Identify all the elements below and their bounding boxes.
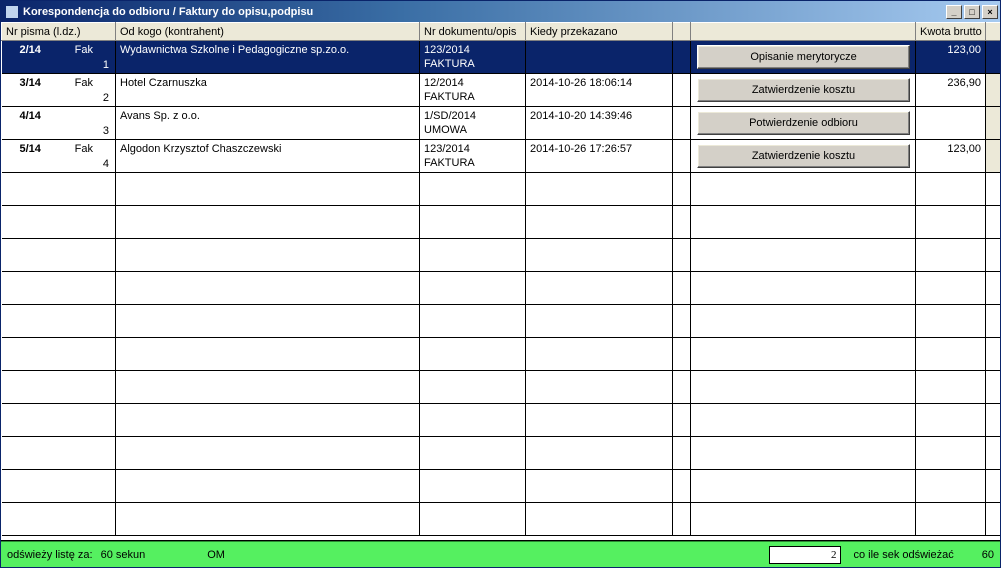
nr-main: 2/14 <box>20 43 41 57</box>
table-row[interactable] <box>2 173 1001 206</box>
col-kogo[interactable]: Od kogo (kontrahent) <box>116 23 420 41</box>
cell-action: Potwierdzenie odbioru <box>691 107 916 140</box>
table-row[interactable] <box>2 239 1001 272</box>
col-nr[interactable]: Nr pisma (l.dz.) <box>2 23 116 41</box>
interval-value: 60 <box>982 549 994 561</box>
nr-fak: Fak <box>75 43 93 57</box>
cell-gap <box>673 74 691 107</box>
col-kiedy[interactable]: Kiedy przekazano <box>526 23 673 41</box>
action-button[interactable]: Potwierdzenie odbioru <box>697 111 910 135</box>
table-row[interactable]: 5/14Fak4Algodon Krzysztof Chaszczewski12… <box>2 140 1001 173</box>
table-row[interactable] <box>2 206 1001 239</box>
col-gap[interactable] <box>673 23 691 41</box>
cell-nr: 3/14 Fak 2 <box>2 74 116 107</box>
table-row[interactable] <box>2 503 1001 536</box>
cell-scrollbar <box>986 41 1001 74</box>
window-controls: _ □ × <box>946 5 998 19</box>
cell-scrollbar <box>986 74 1001 107</box>
cell-doc: 123/2014FAKTURA <box>420 41 526 74</box>
interval-label: co ile sek odświeżać <box>853 549 953 561</box>
action-button[interactable]: Opisanie merytorycze <box>697 45 910 69</box>
cell-action: Zatwierdzenie kosztu <box>691 140 916 173</box>
titlebar: Korespondencja do odbioru / Faktury do o… <box>1 1 1000 22</box>
correspondence-grid: Nr pisma (l.dz.) Od kogo (kontrahent) Nr… <box>1 22 1000 541</box>
table-row[interactable] <box>2 470 1001 503</box>
cell-nr: 4/14 3 <box>2 107 116 140</box>
cell-scrollbar <box>986 140 1001 173</box>
cell-brutto <box>916 107 986 140</box>
table-row[interactable] <box>2 371 1001 404</box>
cell-nr: 2/14 Fak 1 <box>2 41 116 74</box>
action-button[interactable]: Zatwierdzenie kosztu <box>697 78 910 102</box>
refresh-label: odświeży listę za: <box>7 549 93 561</box>
action-button[interactable]: Zatwierdzenie kosztu <box>697 144 910 168</box>
table-row[interactable] <box>2 404 1001 437</box>
col-brutto[interactable]: Kwota brutto <box>916 23 986 41</box>
cell-gap <box>673 140 691 173</box>
table-row[interactable] <box>2 338 1001 371</box>
nr-fak: Fak <box>75 142 93 156</box>
refresh-value: 60 sekun <box>101 549 146 561</box>
cell-brutto: 123,00 <box>916 140 986 173</box>
cell-scrollbar <box>986 107 1001 140</box>
user-code: OM <box>207 549 225 561</box>
cell-action: Opisanie merytorycze <box>691 41 916 74</box>
nr-main: 5/14 <box>20 142 41 156</box>
cell-kiedy <box>526 41 673 74</box>
table-row[interactable] <box>2 437 1001 470</box>
nr-seq: 4 <box>103 157 109 171</box>
minimize-button[interactable]: _ <box>946 5 962 19</box>
col-doc[interactable]: Nr dokumentu/opis <box>420 23 526 41</box>
cell-doc: 123/2014FAKTURA <box>420 140 526 173</box>
table-row[interactable]: 2/14 Fak 1 Wydawnictwa Szkolne i Pedagogicz… <box>2 41 1001 74</box>
nr-main: 3/14 <box>20 76 41 90</box>
nr-seq: 2 <box>103 91 109 105</box>
cell-kogo: Algodon Krzysztof Chaszczewski <box>116 140 420 173</box>
table-row[interactable]: 4/14 3 Avans Sp. z o.o.1/SD/2014UMOWA2014-… <box>2 107 1001 140</box>
close-button[interactable]: × <box>982 5 998 19</box>
app-window: Korespondencja do odbioru / Faktury do o… <box>0 0 1001 568</box>
statusbar: odświeży listę za: 60 sekun OM co ile se… <box>1 541 1000 567</box>
table-row[interactable]: 3/14 Fak 2 Hotel Czarnuszka12/2014FAKTURA20… <box>2 74 1001 107</box>
header-row: Nr pisma (l.dz.) Od kogo (kontrahent) Nr… <box>2 23 1001 41</box>
cell-brutto: 236,90 <box>916 74 986 107</box>
nr-seq: 1 <box>103 58 109 72</box>
scrollbar-corner <box>986 23 1001 41</box>
cell-kogo: Avans Sp. z o.o. <box>116 107 420 140</box>
cell-kiedy: 2014-10-20 14:39:46 <box>526 107 673 140</box>
cell-gap <box>673 41 691 74</box>
app-icon <box>5 5 19 19</box>
table-row[interactable] <box>2 272 1001 305</box>
nr-fak: Fak <box>75 76 93 90</box>
cell-doc: 1/SD/2014UMOWA <box>420 107 526 140</box>
cell-gap <box>673 107 691 140</box>
cell-nr: 5/14 Fak 4 <box>2 140 116 173</box>
col-action[interactable] <box>691 23 916 41</box>
cell-kogo: Hotel Czarnuszka <box>116 74 420 107</box>
cell-brutto: 123,00 <box>916 41 986 74</box>
cell-kiedy: 2014-10-26 17:26:57 <box>526 140 673 173</box>
cell-action: Zatwierdzenie kosztu <box>691 74 916 107</box>
window-title: Korespondencja do odbioru / Faktury do o… <box>23 6 946 18</box>
grid-table: Nr pisma (l.dz.) Od kogo (kontrahent) Nr… <box>1 22 1000 536</box>
maximize-button[interactable]: □ <box>964 5 980 19</box>
nr-seq: 3 <box>103 124 109 138</box>
cell-doc: 12/2014FAKTURA <box>420 74 526 107</box>
table-row[interactable] <box>2 305 1001 338</box>
cell-kogo: Wydawnictwa Szkolne i Pedagogiczne sp.zo… <box>116 41 420 74</box>
cell-kiedy: 2014-10-26 18:06:14 <box>526 74 673 107</box>
interval-input[interactable] <box>769 546 841 564</box>
nr-main: 4/14 <box>20 109 41 123</box>
